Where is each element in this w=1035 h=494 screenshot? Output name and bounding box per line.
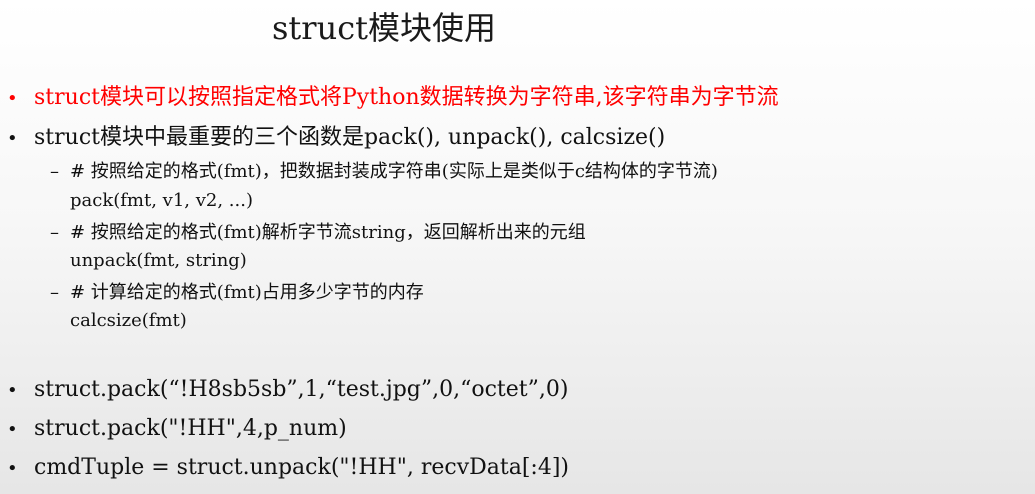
sub-item-text: # 按照给定的格式(fmt)解析字节流string，返回解析出来的元组 [70,222,586,243]
bullet-dot-icon: • [7,380,18,401]
sub-item-pack: – # 按照给定的格式(fmt)，把数据封装成字符串(实际上是类似于c结构体的字节… [50,160,718,184]
slide-title: struct模块使用 [272,9,496,47]
bullet-dot-icon: • [7,88,18,109]
sub-item-text: # 按照给定的格式(fmt)，把数据封装成字符串(实际上是类似于c结构体的字节流… [70,161,718,182]
bullet-text: struct模块中最重要的三个函数是pack(), unpack(), calc… [34,125,666,150]
bullet-item-struct-description: • struct模块可以按照指定格式将Python数据转换为字符串,该字符串为字节… [7,84,779,113]
dash-icon: – [50,282,59,303]
dash-icon: – [50,161,59,182]
bullet-dot-icon: • [7,419,18,440]
code-line-pack: pack(fmt, v1, v2, ...) [70,190,253,211]
sub-item-text: # 计算给定的格式(fmt)占用多少字节的内存 [70,282,424,303]
dash-icon: – [50,222,59,243]
bullet-item-example-unpack: • cmdTuple = struct.unpack("!HH", recvDat… [7,454,569,483]
sub-item-unpack: – # 按照给定的格式(fmt)解析字节流string，返回解析出来的元组 [50,221,586,245]
bullet-text: struct.pack("!HH",4,p_num) [34,416,347,441]
slide: struct模块使用 • struct模块可以按照指定格式将Python数据转换为… [0,0,1035,494]
bullet-text: cmdTuple = struct.unpack("!HH", recvData… [34,455,570,480]
sub-item-calcsize: – # 计算给定的格式(fmt)占用多少字节的内存 [50,281,424,305]
bullet-text: struct.pack(“!H8sb5sb”,1,“test.jpg”,0,“o… [34,377,569,402]
bullet-item-example-pack-hh: • struct.pack("!HH",4,p_num) [7,415,347,444]
bullet-item-functions: • struct模块中最重要的三个函数是pack(), unpack(), cal… [7,124,665,153]
bullet-item-example-pack: • struct.pack(“!H8sb5sb”,1,“test.jpg”,0,“… [7,376,568,405]
code-line-calcsize: calcsize(fmt) [70,310,187,331]
code-line-unpack: unpack(fmt, string) [70,250,247,271]
bullet-dot-icon: • [7,458,18,479]
bullet-text: struct模块可以按照指定格式将Python数据转换为字符串,该字符串为字节流 [34,85,779,110]
bullet-dot-icon: • [7,128,18,149]
